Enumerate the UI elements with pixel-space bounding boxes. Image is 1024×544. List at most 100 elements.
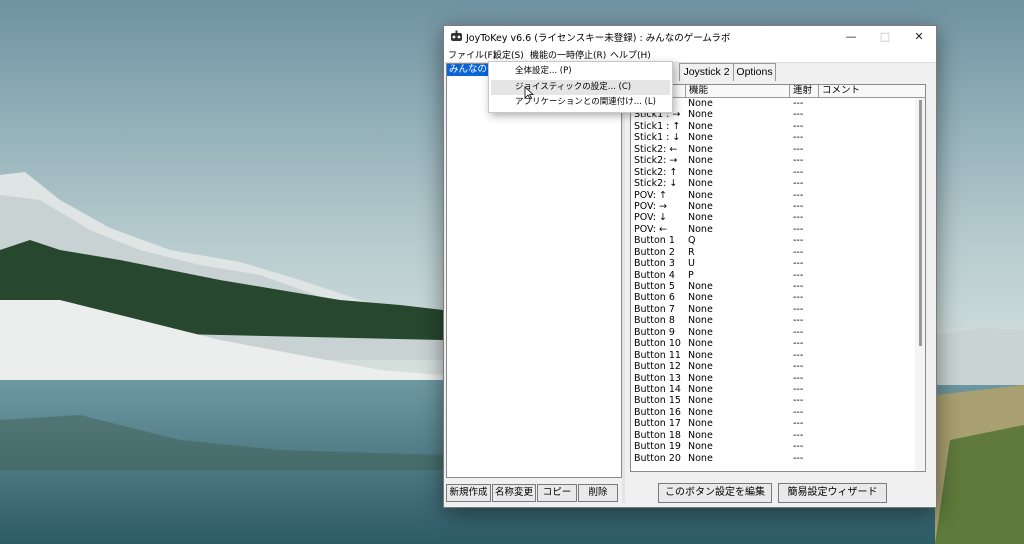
row-rapid-fire: --- — [793, 383, 804, 395]
row-button-name: Button 3 — [634, 258, 675, 270]
table-row[interactable]: None --- — [631, 98, 913, 109]
row-function: None — [688, 155, 713, 167]
table-row[interactable]: Button 4 P --- — [631, 270, 913, 281]
row-rapid-fire: --- — [793, 441, 804, 453]
row-rapid-fire: --- — [793, 372, 804, 384]
minimize-button[interactable]: — — [834, 26, 868, 47]
header-function[interactable]: 機能 — [686, 85, 790, 97]
rename-profile-button[interactable]: 名称変更 — [492, 484, 536, 502]
tab-joystick-2[interactable]: Joystick 2 — [679, 63, 734, 81]
row-button-name: Stick1 : ↓ — [634, 132, 681, 144]
table-row[interactable]: Button 9 None --- — [631, 327, 913, 338]
table-row[interactable]: Button 8 None --- — [631, 315, 913, 326]
row-rapid-fire: --- — [793, 338, 804, 350]
row-rapid-fire: --- — [793, 258, 804, 270]
row-function: None — [688, 200, 713, 212]
row-function: None — [688, 132, 713, 144]
table-row[interactable]: Button 13 None --- — [631, 373, 913, 384]
table-row[interactable]: Button 1 Q --- — [631, 235, 913, 246]
row-function: None — [688, 326, 713, 338]
row-rapid-fire: --- — [793, 109, 804, 121]
menu-help[interactable]: ヘルプ(H) — [610, 48, 651, 61]
table-row[interactable]: Stick1 : → None --- — [631, 109, 913, 120]
maximize-button[interactable]: □ — [868, 26, 902, 47]
row-function: None — [688, 109, 713, 121]
row-button-name: Button 13 — [634, 372, 681, 384]
row-rapid-fire: --- — [793, 155, 804, 167]
row-button-name: Button 14 — [634, 383, 681, 395]
close-button[interactable]: ✕ — [902, 26, 936, 47]
row-function: None — [688, 441, 713, 453]
header-rapid-fire[interactable]: 連射 — [790, 85, 819, 97]
table-row[interactable]: Stick1 : ↑ None --- — [631, 121, 913, 132]
new-profile-button[interactable]: 新規作成 — [446, 484, 491, 502]
table-row[interactable]: POV: ← None --- — [631, 224, 913, 235]
row-button-name: Stick2: ↑ — [634, 166, 678, 178]
table-row[interactable]: Stick2: ← None --- — [631, 144, 913, 155]
row-button-name: Button 16 — [634, 406, 681, 418]
tab-options[interactable]: Options — [733, 63, 776, 81]
row-function: None — [688, 361, 713, 373]
row-function: None — [688, 418, 713, 430]
table-row[interactable]: POV: ↓ None --- — [631, 212, 913, 223]
row-button-name: Stick1 : ↑ — [634, 120, 681, 132]
row-rapid-fire: --- — [793, 246, 804, 258]
row-rapid-fire: --- — [793, 200, 804, 212]
row-button-name: Button 10 — [634, 338, 681, 350]
profile-list[interactable]: みんなの — [446, 63, 622, 478]
table-row[interactable]: Button 7 None --- — [631, 304, 913, 315]
row-button-name: Button 5 — [634, 281, 675, 292]
row-button-name: Button 8 — [634, 315, 675, 327]
table-row[interactable]: Button 3 U --- — [631, 258, 913, 269]
menu-pause[interactable]: 機能の一時停止(R) — [530, 48, 606, 61]
scrollbar-thumb[interactable] — [919, 100, 922, 346]
row-rapid-fire: --- — [793, 166, 804, 178]
table-row[interactable]: Button 16 None --- — [631, 407, 913, 418]
table-row[interactable]: Button 18 None --- — [631, 430, 913, 441]
table-row[interactable]: POV: → None --- — [631, 201, 913, 212]
edit-button-setting-button[interactable]: このボタン設定を編集 — [658, 483, 772, 503]
title-bar[interactable]: JoyToKey v6.6 (ライセンスキー未登録) : みんなのゲームラボ —… — [444, 26, 936, 47]
table-row[interactable]: Stick2: ↑ None --- — [631, 167, 913, 178]
row-rapid-fire: --- — [793, 235, 804, 247]
row-function: None — [688, 452, 713, 464]
row-rapid-fire: --- — [793, 132, 804, 144]
table-row[interactable]: Button 15 None --- — [631, 395, 913, 406]
pane-splitter[interactable] — [622, 63, 625, 503]
menu-file[interactable]: ファイル(F) — [448, 48, 496, 61]
table-row[interactable]: Button 17 None --- — [631, 418, 913, 429]
table-row[interactable]: Stick2: ↓ None --- — [631, 178, 913, 189]
table-header: 機能 連射 コメント — [631, 85, 925, 98]
menu-settings[interactable]: 設定(S) — [493, 48, 524, 61]
table-scrollbar[interactable] — [915, 98, 925, 471]
table-row[interactable]: Button 19 None --- — [631, 441, 913, 452]
menu-item-global-settings[interactable]: 全体設定... (P) — [491, 64, 670, 79]
profile-item-selected[interactable]: みんなの — [447, 64, 490, 76]
table-body: None --- Stick1 : → None --- Stick1 : ↑ None --… — [631, 98, 913, 464]
table-row[interactable]: Button 14 None --- — [631, 384, 913, 395]
row-function: Q — [688, 235, 696, 247]
row-rapid-fire: --- — [793, 418, 804, 430]
table-row[interactable]: Stick2: → None --- — [631, 155, 913, 166]
table-row[interactable]: Button 20 None --- — [631, 453, 913, 464]
table-row[interactable]: Stick1 : ↓ None --- — [631, 132, 913, 143]
row-function: None — [688, 189, 713, 201]
row-button-name: Button 15 — [634, 395, 681, 407]
table-row[interactable]: Button 10 None --- — [631, 338, 913, 349]
row-button-name: POV: ← — [634, 223, 667, 235]
table-row[interactable]: Button 2 R --- — [631, 247, 913, 258]
window-title: JoyToKey v6.6 (ライセンスキー未登録) : みんなのゲームラボ — [466, 33, 731, 44]
table-row[interactable]: Button 6 None --- — [631, 292, 913, 303]
table-row[interactable]: Button 5 None --- — [631, 281, 913, 292]
delete-profile-button[interactable]: 削除 — [578, 484, 618, 502]
easy-setup-wizard-button[interactable]: 簡易設定ウィザード — [778, 483, 887, 503]
menu-item-joystick-settings[interactable]: ジョイスティックの設定... (C) — [491, 80, 670, 95]
menu-item-app-association[interactable]: アプリケーションとの関連付け... (L) — [491, 95, 670, 110]
copy-profile-button[interactable]: コピー — [537, 484, 577, 502]
table-row[interactable]: Button 11 None --- — [631, 350, 913, 361]
row-function: None — [688, 178, 713, 190]
table-row[interactable]: Button 12 None --- — [631, 361, 913, 372]
header-comment[interactable]: コメント — [819, 85, 915, 97]
table-row[interactable]: POV: ↑ None --- — [631, 190, 913, 201]
row-function: None — [688, 281, 713, 292]
